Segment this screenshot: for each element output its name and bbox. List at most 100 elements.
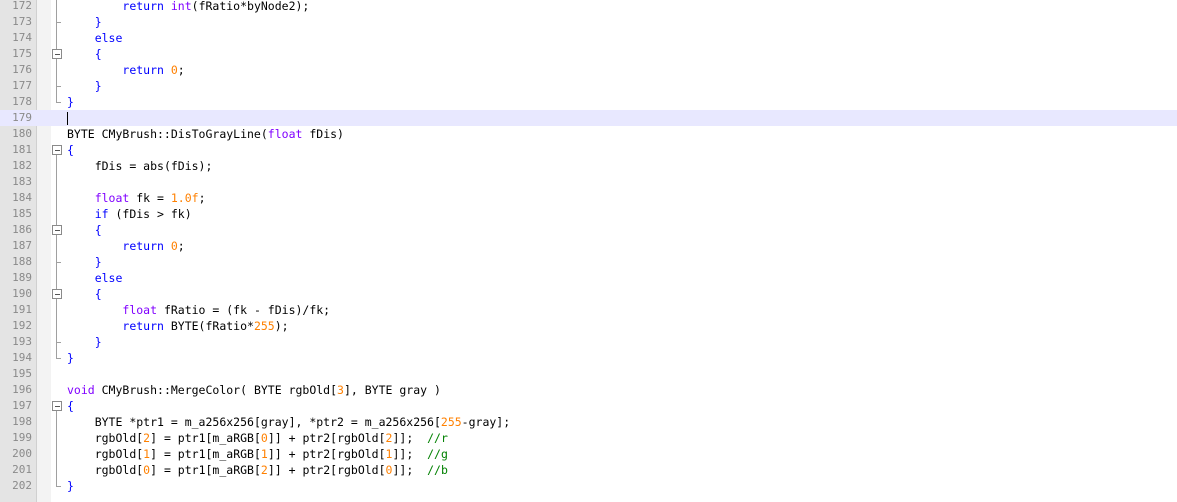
code-line[interactable]: 178}	[0, 94, 1177, 110]
fold-toggle-icon[interactable]	[51, 142, 65, 158]
code-token: 1.0f	[170, 191, 199, 205]
code-line[interactable]: 177 }	[0, 78, 1177, 94]
code-line[interactable]: 172 return int(fRatio*byNode2);	[0, 0, 1177, 14]
code-token: ;	[177, 63, 185, 77]
code-token: {	[94, 47, 102, 61]
fold-toggle-icon[interactable]	[51, 398, 65, 414]
code-line[interactable]: 180 BYTE CMyBrush::DisToGrayLine(float fD…	[0, 126, 1177, 142]
code-token: 0	[260, 431, 268, 445]
code-text: void CMyBrush::MergeColor( BYTE rgbOld[3…	[67, 382, 441, 398]
code-editor[interactable]: 172 return int(fRatio*byNode2); 173 } 174 …	[0, 0, 1177, 502]
code-line[interactable]: 186 {	[0, 222, 1177, 238]
fold-guide	[51, 94, 65, 110]
code-line[interactable]: 195	[0, 366, 1177, 382]
code-line[interactable]: 183	[0, 174, 1177, 190]
code-token: fRatio = (fk - fDis)/fk;	[157, 303, 331, 317]
code-text: return int(fRatio*byNode2);	[67, 0, 309, 14]
code-line[interactable]: 176 return 0;	[0, 62, 1177, 78]
code-line[interactable]: 190 {	[0, 286, 1177, 302]
fold-guide	[51, 382, 65, 398]
code-line[interactable]: 199 rgbOld[2] = ptr1[m_aRGB[0]] + ptr2[r…	[0, 430, 1177, 446]
code-text: if (fDis > fk)	[67, 206, 192, 222]
code-line[interactable]: 200 rgbOld[1] = ptr1[m_aRGB[1]] + ptr2[r…	[0, 446, 1177, 462]
code-text: float fk = 1.0f;	[67, 190, 206, 206]
fold-guide	[51, 158, 65, 174]
line-number: 199	[12, 431, 32, 444]
code-token: fDis = abs(fDis);	[94, 159, 213, 173]
fold-guide	[51, 462, 65, 478]
code-text: {	[67, 286, 102, 302]
code-line[interactable]: 173 }	[0, 14, 1177, 30]
code-token: float	[122, 303, 158, 317]
code-token: BYTE(fRatio*	[163, 319, 254, 333]
code-text: fDis = abs(fDis);	[67, 158, 213, 174]
code-token: }	[67, 95, 74, 109]
code-line[interactable]: 198 BYTE *ptr1 = m_a256x256[gray], *ptr2…	[0, 414, 1177, 430]
fold-toggle-icon[interactable]	[51, 222, 65, 238]
code-token: rgbOld[	[94, 431, 144, 445]
code-line[interactable]: 179	[0, 110, 1177, 126]
text-caret	[67, 112, 68, 125]
code-line[interactable]: 201 rgbOld[0] = ptr1[m_aRGB[2]] + ptr2[r…	[0, 462, 1177, 478]
code-text: }	[67, 94, 74, 110]
fold-toggle-icon[interactable]	[51, 46, 65, 62]
line-number: 180	[12, 127, 32, 140]
fold-guide	[51, 110, 65, 126]
code-text: }	[67, 78, 102, 94]
code-line[interactable]: 174 else	[0, 30, 1177, 46]
code-token: BYTE *ptr1 = m_a256x256[gray], *ptr2 = m…	[94, 415, 441, 429]
code-token: (fRatio*byNode2);	[191, 0, 310, 13]
code-token: ], BYTE gray )	[343, 383, 441, 397]
code-token: float	[94, 191, 130, 205]
code-line[interactable]: 191 float fRatio = (fk - fDis)/fk;	[0, 302, 1177, 318]
code-text: return 0;	[67, 238, 184, 254]
code-text: {	[67, 222, 102, 238]
line-number: 184	[12, 191, 32, 204]
code-line[interactable]: 175 {	[0, 46, 1177, 62]
code-token: fk =	[129, 191, 171, 205]
line-number: 188	[12, 255, 32, 268]
line-number: 198	[12, 415, 32, 428]
line-number: 183	[12, 175, 32, 188]
code-line[interactable]: 196 void CMyBrush::MergeColor( BYTE rgbOl…	[0, 382, 1177, 398]
line-number: 179	[12, 111, 32, 124]
code-token: }	[94, 335, 102, 349]
code-line[interactable]: 187 return 0;	[0, 238, 1177, 254]
code-text: {	[67, 398, 74, 414]
code-token: float	[267, 127, 303, 141]
code-line[interactable]: 197 {	[0, 398, 1177, 414]
code-line[interactable]: 182 fDis = abs(fDis);	[0, 158, 1177, 174]
code-line[interactable]: 185 if (fDis > fk)	[0, 206, 1177, 222]
code-token: BYTE CMyBrush::DisToGrayLine(	[67, 127, 268, 141]
fold-guide	[51, 0, 65, 14]
code-token: 0	[170, 63, 178, 77]
code-line[interactable]: 194}	[0, 350, 1177, 366]
line-number: 193	[12, 335, 32, 348]
code-line[interactable]: 193 }	[0, 334, 1177, 350]
fold-guide	[51, 350, 65, 366]
code-line[interactable]: 189 else	[0, 270, 1177, 286]
fold-guide	[51, 254, 65, 270]
line-number: 173	[12, 15, 32, 28]
code-text: else	[67, 270, 123, 286]
fold-guide	[51, 478, 65, 494]
code-line[interactable]: 181 {	[0, 142, 1177, 158]
fold-toggle-icon[interactable]	[51, 286, 65, 302]
code-line[interactable]: 202}	[0, 478, 1177, 494]
code-line[interactable]: 184 float fk = 1.0f;	[0, 190, 1177, 206]
code-token: //r	[427, 431, 448, 445]
code-token: }	[94, 79, 102, 93]
fold-guide	[51, 174, 65, 190]
code-token: return	[122, 239, 171, 253]
fold-guide	[51, 238, 65, 254]
fold-guide	[51, 302, 65, 318]
line-number: 185	[12, 207, 32, 220]
code-token: void	[67, 383, 95, 397]
code-token: 255	[253, 319, 275, 333]
line-number: 196	[12, 383, 32, 396]
code-line[interactable]: 188 }	[0, 254, 1177, 270]
code-line[interactable]: 192 return BYTE(fRatio*255);	[0, 318, 1177, 334]
